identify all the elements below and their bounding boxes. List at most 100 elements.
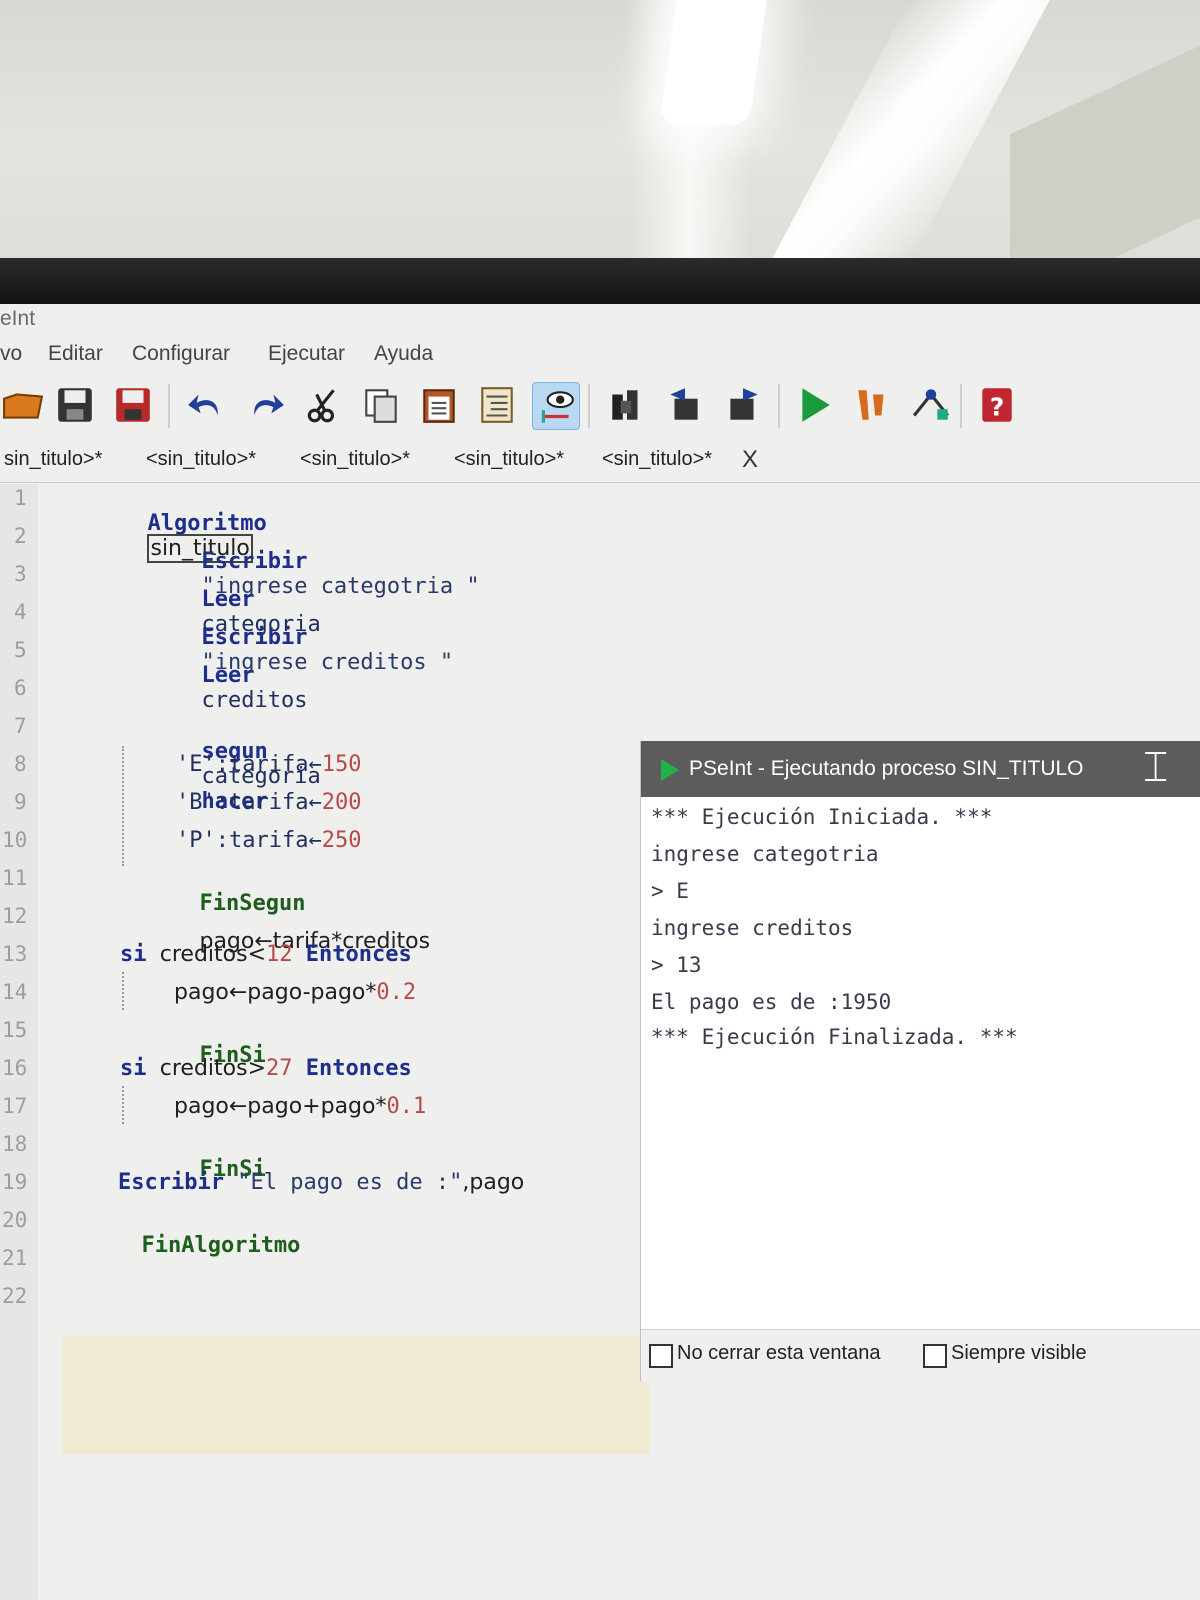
- menu-bar: vo Editar Configurar Ejecutar Ayuda: [0, 338, 1200, 372]
- line-number: 20: [2, 1208, 28, 1232]
- keyword: Entonces: [305, 1056, 412, 1081]
- monitor-bezel: [0, 258, 1200, 304]
- svg-text:?: ?: [990, 393, 1005, 422]
- statement: pago←pago+pago*: [174, 1094, 387, 1119]
- execution-output: *** Ejecución Iniciada. *** ingrese cate…: [641, 797, 1200, 1329]
- run-icon: [661, 759, 679, 781]
- ceiling-light: [659, 0, 767, 125]
- assignment: :tarifa←: [215, 790, 322, 815]
- line-number: 5: [14, 638, 27, 662]
- execution-window: PSeInt - Ejecutando proceso SIN_TITULO ⌶…: [640, 741, 1200, 1382]
- line-number: 13: [2, 942, 28, 966]
- condition: creditos<: [159, 942, 267, 967]
- save-icon[interactable]: [52, 382, 98, 428]
- code-line-17: pago←pago+pago*0.1: [174, 1094, 426, 1119]
- no-cerrar-checkbox[interactable]: [649, 1344, 673, 1368]
- tab-file-2[interactable]: <sin_titulo>*: [146, 448, 256, 471]
- open-folder-icon[interactable]: [0, 382, 46, 428]
- toolbar-separator: [778, 384, 780, 428]
- execution-window-titlebar[interactable]: PSeInt - Ejecutando proceso SIN_TITULO ⌶: [641, 741, 1200, 797]
- code-line-16: si creditos>27 Entonces: [120, 1056, 412, 1081]
- output-line: *** Ejecución Finalizada. ***: [651, 1025, 1018, 1049]
- line-number: 17: [2, 1094, 28, 1118]
- identifier: creditos: [201, 688, 308, 713]
- code-line-19: Escribir "El pago es de :",pago: [118, 1170, 524, 1195]
- output-line: El pago es de :1950: [651, 990, 892, 1014]
- string-literal: "El pago es de :": [237, 1170, 463, 1195]
- help-icon[interactable]: ?: [974, 382, 1020, 428]
- menu-editar[interactable]: Editar: [48, 342, 103, 366]
- code-line-20: FinAlgoritmo: [62, 1208, 300, 1283]
- undo-icon[interactable]: [184, 382, 230, 428]
- number-literal: 150: [321, 752, 362, 777]
- debug-watch-icon[interactable]: [532, 382, 580, 430]
- line-number: 7: [14, 714, 27, 738]
- line-number: 4: [14, 600, 27, 624]
- redo-icon[interactable]: [242, 382, 288, 428]
- tab-file-1[interactable]: sin_titulo>*: [4, 448, 102, 471]
- keyword: si: [120, 942, 147, 967]
- keyword: Escribir: [118, 1170, 224, 1195]
- number-literal: 0.2: [376, 980, 417, 1005]
- execution-window-title: PSeInt - Ejecutando proceso SIN_TITULO: [689, 757, 1084, 780]
- tab-file-4[interactable]: <sin_titulo>*: [454, 448, 564, 471]
- indent-icon[interactable]: [474, 382, 520, 428]
- number-literal: 0.1: [386, 1094, 427, 1119]
- step-icon[interactable]: [850, 382, 896, 428]
- search-icon[interactable]: [604, 382, 650, 428]
- toolbar-separator: [588, 384, 590, 428]
- line-number: 15: [2, 1018, 28, 1042]
- code-line-13: si creditos<12 Entonces: [120, 942, 412, 967]
- number-literal: 200: [321, 790, 362, 815]
- close-tab-icon[interactable]: X: [742, 446, 758, 474]
- run-icon[interactable]: [792, 382, 838, 428]
- code-line-9: 'B':tarifa←200: [176, 790, 361, 815]
- siempre-visible-label: Siempre visible: [951, 1342, 1087, 1364]
- toolbar-separator: [960, 384, 962, 428]
- menu-archivo[interactable]: vo: [0, 342, 22, 366]
- search-prev-icon[interactable]: [662, 382, 708, 428]
- assignment: :tarifa←: [215, 752, 322, 777]
- line-number: 19: [2, 1170, 28, 1194]
- search-next-icon[interactable]: [720, 382, 766, 428]
- code-line-14: pago←pago-pago*0.2: [174, 980, 416, 1005]
- output-line: ingrese categotria: [651, 842, 879, 866]
- identifier: ,pago: [462, 1170, 525, 1195]
- cut-icon[interactable]: [300, 382, 346, 428]
- statement: pago←pago-pago*: [174, 980, 377, 1005]
- line-number: 16: [2, 1056, 28, 1080]
- line-number: 10: [2, 828, 28, 852]
- case-label: 'E': [176, 752, 216, 777]
- number-literal: 27: [266, 1056, 293, 1081]
- number-literal: 12: [266, 942, 293, 967]
- current-line-highlight: [62, 1336, 650, 1454]
- no-cerrar-label: No cerrar esta ventana: [677, 1342, 881, 1364]
- tab-file-5[interactable]: <sin_titulo>*: [602, 448, 712, 471]
- output-line: > E: [651, 879, 689, 903]
- ceiling-light-strip: [770, 0, 1050, 262]
- menu-ejecutar[interactable]: Ejecutar: [268, 342, 345, 366]
- save-as-icon[interactable]: [110, 382, 156, 428]
- menu-configurar[interactable]: Configurar: [132, 342, 230, 366]
- ceiling-background: [0, 0, 1200, 307]
- copy-icon[interactable]: [358, 382, 404, 428]
- keyword: FinAlgoritmo: [141, 1233, 301, 1258]
- file-tabs: sin_titulo>* <sin_titulo>* <sin_titulo>*…: [0, 442, 1200, 483]
- number-literal: 250: [321, 828, 362, 853]
- execution-window-footer: No cerrar esta ventana Siempre visible: [641, 1329, 1200, 1382]
- line-number: 22: [2, 1284, 28, 1308]
- keyword: Leer: [201, 663, 255, 688]
- line-number: 12: [2, 904, 28, 928]
- code-editor[interactable]: 1 2 3 4 5 6 7 8 9 10 11 12 13 14 15 16 1…: [0, 484, 1200, 1600]
- line-number: 8: [14, 752, 27, 776]
- condition: creditos>: [159, 1056, 267, 1081]
- text-cursor-icon: ⌶: [1143, 743, 1169, 790]
- paste-icon[interactable]: [416, 382, 462, 428]
- toolbar: ?: [0, 376, 1200, 438]
- tab-file-3[interactable]: <sin_titulo>*: [300, 448, 410, 471]
- siempre-visible-checkbox[interactable]: [923, 1344, 947, 1368]
- keyword: si: [120, 1056, 147, 1081]
- case-label: 'B': [176, 790, 216, 815]
- flowchart-icon[interactable]: [908, 382, 954, 428]
- menu-ayuda[interactable]: Ayuda: [374, 342, 433, 366]
